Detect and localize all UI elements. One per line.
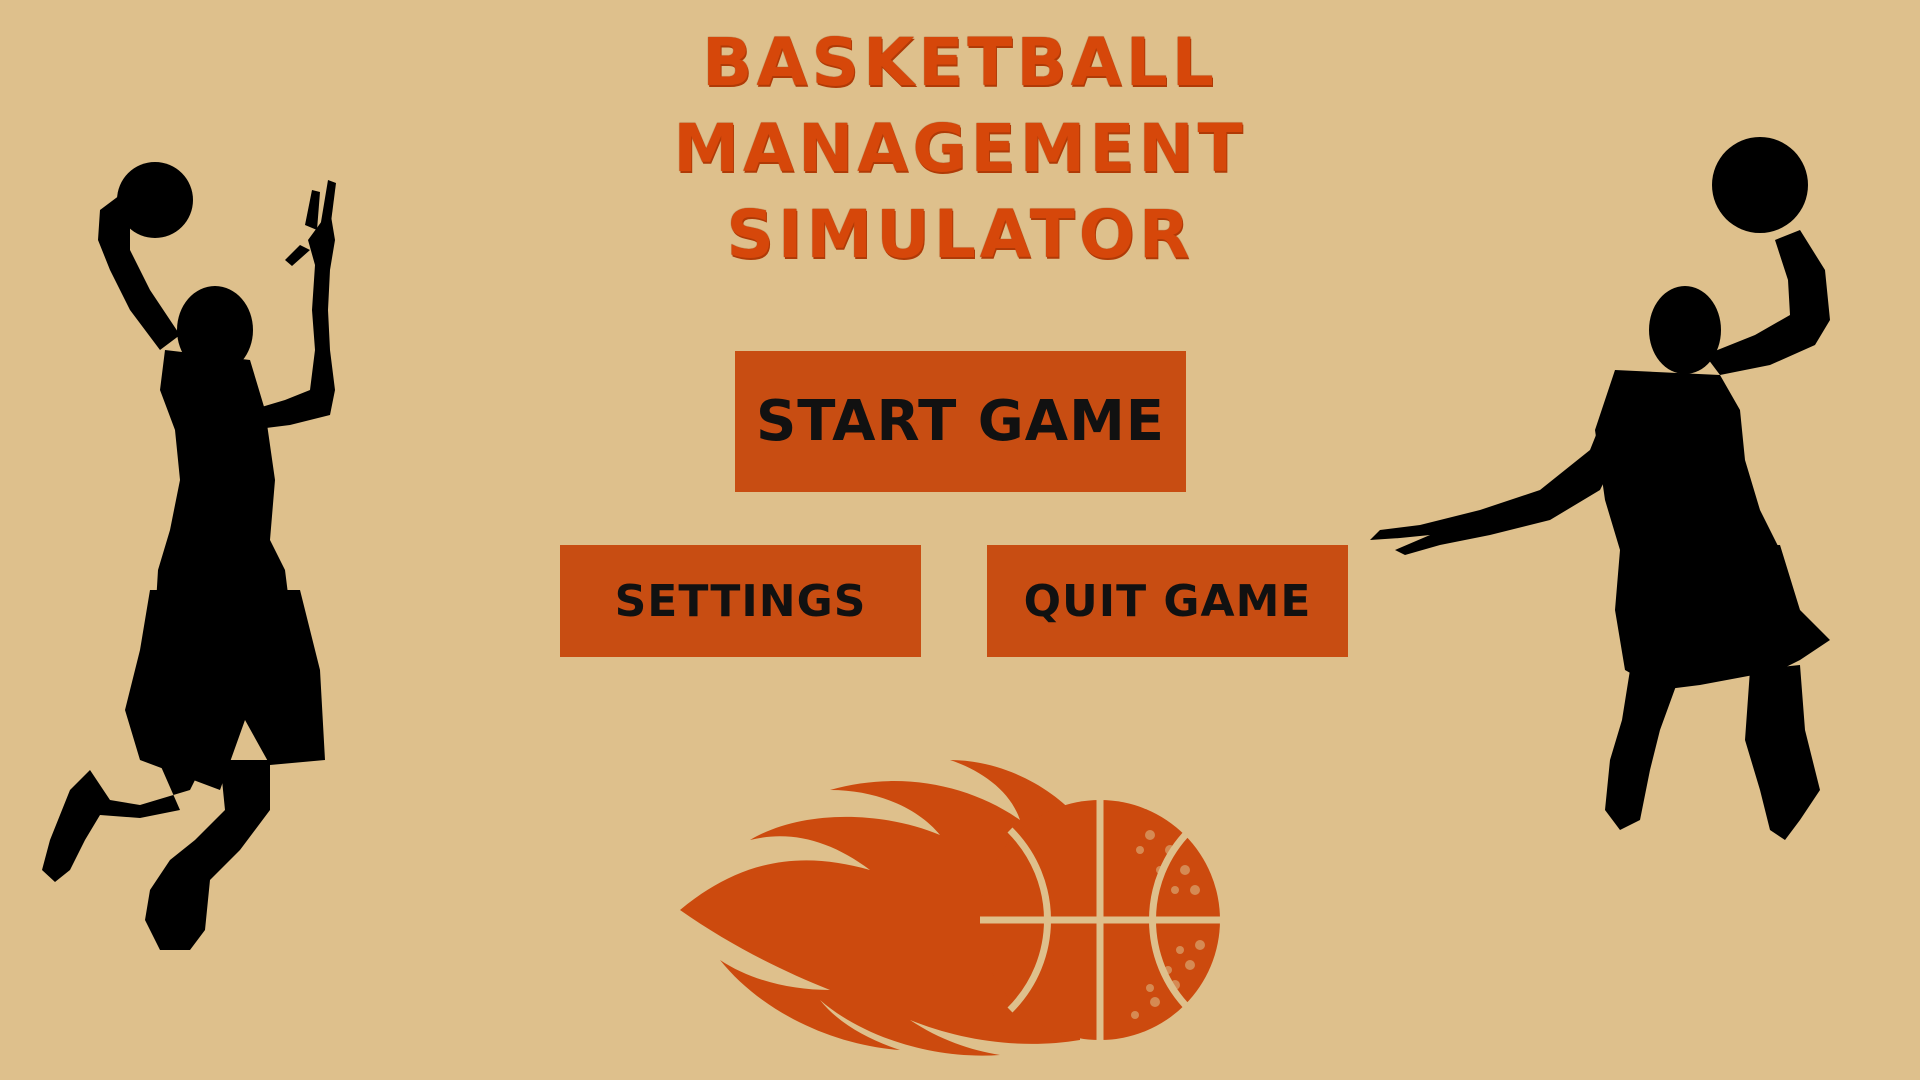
- main-menu-screen: BASKETBALL MANAGEMENT SIMULATOR START GA…: [0, 0, 1920, 1080]
- title-line-1: BASKETBALL: [702, 24, 1218, 101]
- settings-button[interactable]: SETTINGS: [560, 545, 921, 657]
- start-game-button[interactable]: START GAME: [735, 351, 1186, 492]
- quit-game-button[interactable]: QUIT GAME: [987, 545, 1348, 657]
- game-title: BASKETBALL MANAGEMENT SIMULATOR: [560, 20, 1360, 278]
- flaming-basketball-icon: [680, 760, 1220, 1056]
- basketball-player-right-icon: [1370, 137, 1830, 840]
- title-line-3: SIMULATOR: [726, 196, 1194, 273]
- title-line-2: MANAGEMENT: [673, 110, 1247, 187]
- basketball-player-left-icon: [42, 162, 336, 950]
